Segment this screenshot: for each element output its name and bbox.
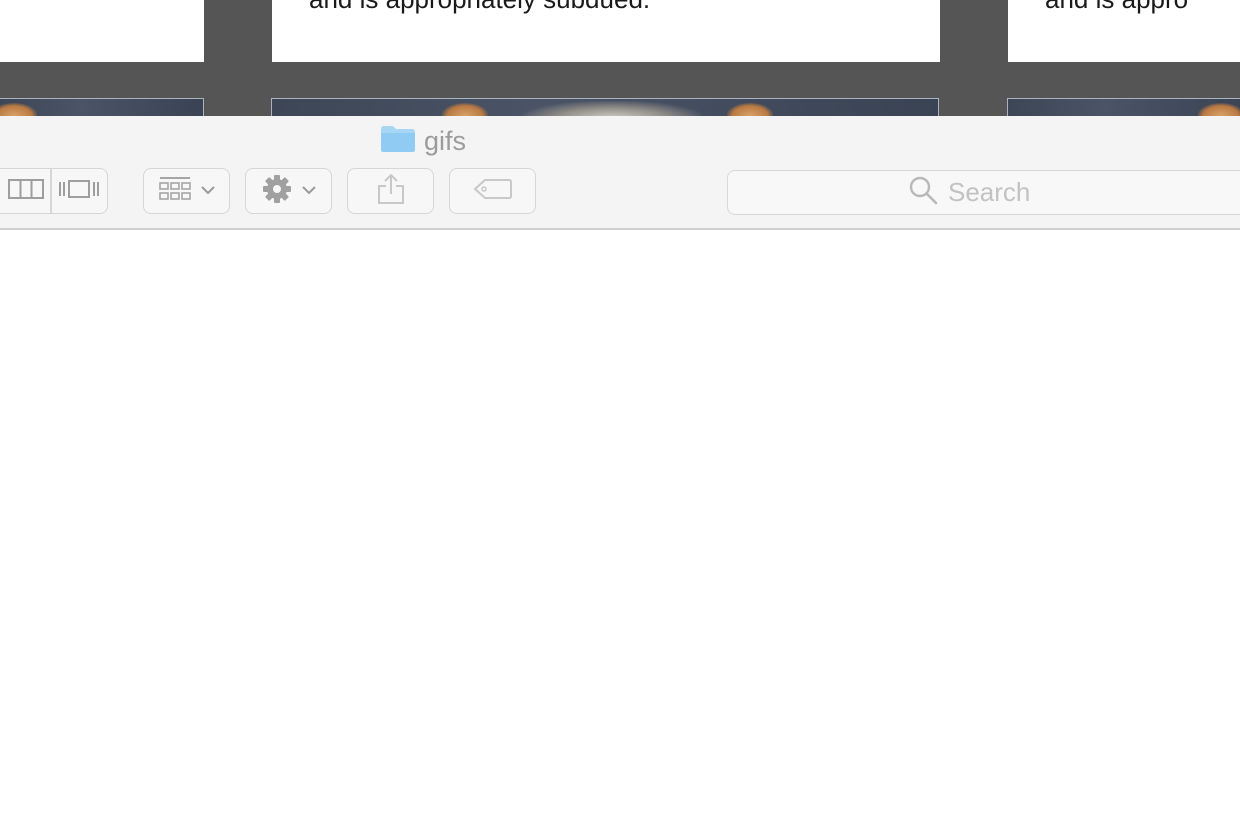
finder-toolbar: gifs xyxy=(0,116,1240,230)
background-webpage: and is appropriately subdued. and is app… xyxy=(0,0,1240,130)
gear-icon xyxy=(261,173,293,210)
cover-flow-view-button[interactable] xyxy=(52,169,107,213)
background-card-middle-text: and is appropriately subdued. xyxy=(309,0,650,15)
arrange-button[interactable] xyxy=(143,168,230,214)
window-title-text: gifs xyxy=(424,125,467,156)
window-title: gifs xyxy=(380,124,466,158)
background-card-middle: and is appropriately subdued. xyxy=(272,0,940,62)
background-card-left xyxy=(0,0,204,62)
background-card-right-text: and is appro xyxy=(1045,0,1188,15)
search-input[interactable] xyxy=(948,177,1148,208)
search-icon xyxy=(908,175,938,210)
column-view-button[interactable] xyxy=(1,169,50,213)
share-button[interactable] xyxy=(347,168,434,214)
finder-content-area[interactable] xyxy=(0,232,1240,827)
tag-icon xyxy=(473,178,513,205)
folder-icon xyxy=(380,125,416,158)
background-card-right: and is appro xyxy=(1008,0,1240,62)
share-icon xyxy=(377,173,405,210)
action-menu-button[interactable] xyxy=(245,168,332,214)
cover-flow-icon xyxy=(58,178,100,205)
column-view-icon xyxy=(7,178,44,205)
chevron-down-icon xyxy=(200,182,216,200)
finder-window: gifs xyxy=(0,116,1240,827)
chevron-down-icon xyxy=(301,182,317,200)
search-field[interactable] xyxy=(727,170,1240,215)
view-mode-segmented-control[interactable] xyxy=(0,168,108,214)
search-field-content xyxy=(908,171,1148,214)
tags-button[interactable] xyxy=(449,168,536,214)
grid-arrange-icon xyxy=(158,176,192,207)
